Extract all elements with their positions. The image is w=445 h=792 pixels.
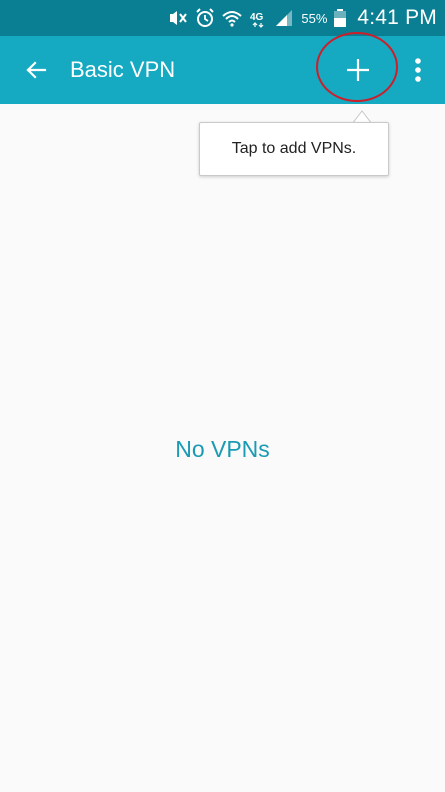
back-button[interactable]: [22, 56, 50, 84]
network-4g-icon: 4G: [249, 7, 269, 29]
screen: 4G 55% 4:41 PM Basic VPN Tap to add VPNs…: [0, 0, 445, 792]
tooltip-text: Tap to add VPNs.: [231, 140, 357, 157]
wifi-icon: [221, 7, 243, 29]
battery-icon: [333, 7, 347, 29]
app-bar: Basic VPN: [0, 36, 445, 104]
mute-icon: [167, 7, 189, 29]
alarm-icon: [195, 7, 215, 29]
signal-icon: [275, 7, 293, 29]
empty-state-message: No VPNs: [175, 436, 270, 462]
battery-percent: 55%: [301, 10, 328, 26]
overflow-menu-button[interactable]: [406, 54, 430, 86]
status-bar: 4G 55% 4:41 PM: [0, 0, 445, 36]
status-clock: 4:41 PM: [357, 6, 437, 29]
plus-icon: [347, 59, 369, 81]
page-title: Basic VPN: [70, 57, 176, 82]
tooltip: Tap to add VPNs.: [199, 122, 389, 176]
more-vert-icon: [415, 58, 421, 82]
svg-text:4G: 4G: [250, 12, 264, 23]
back-arrow-icon: [26, 61, 47, 79]
add-vpn-button[interactable]: [336, 48, 380, 92]
